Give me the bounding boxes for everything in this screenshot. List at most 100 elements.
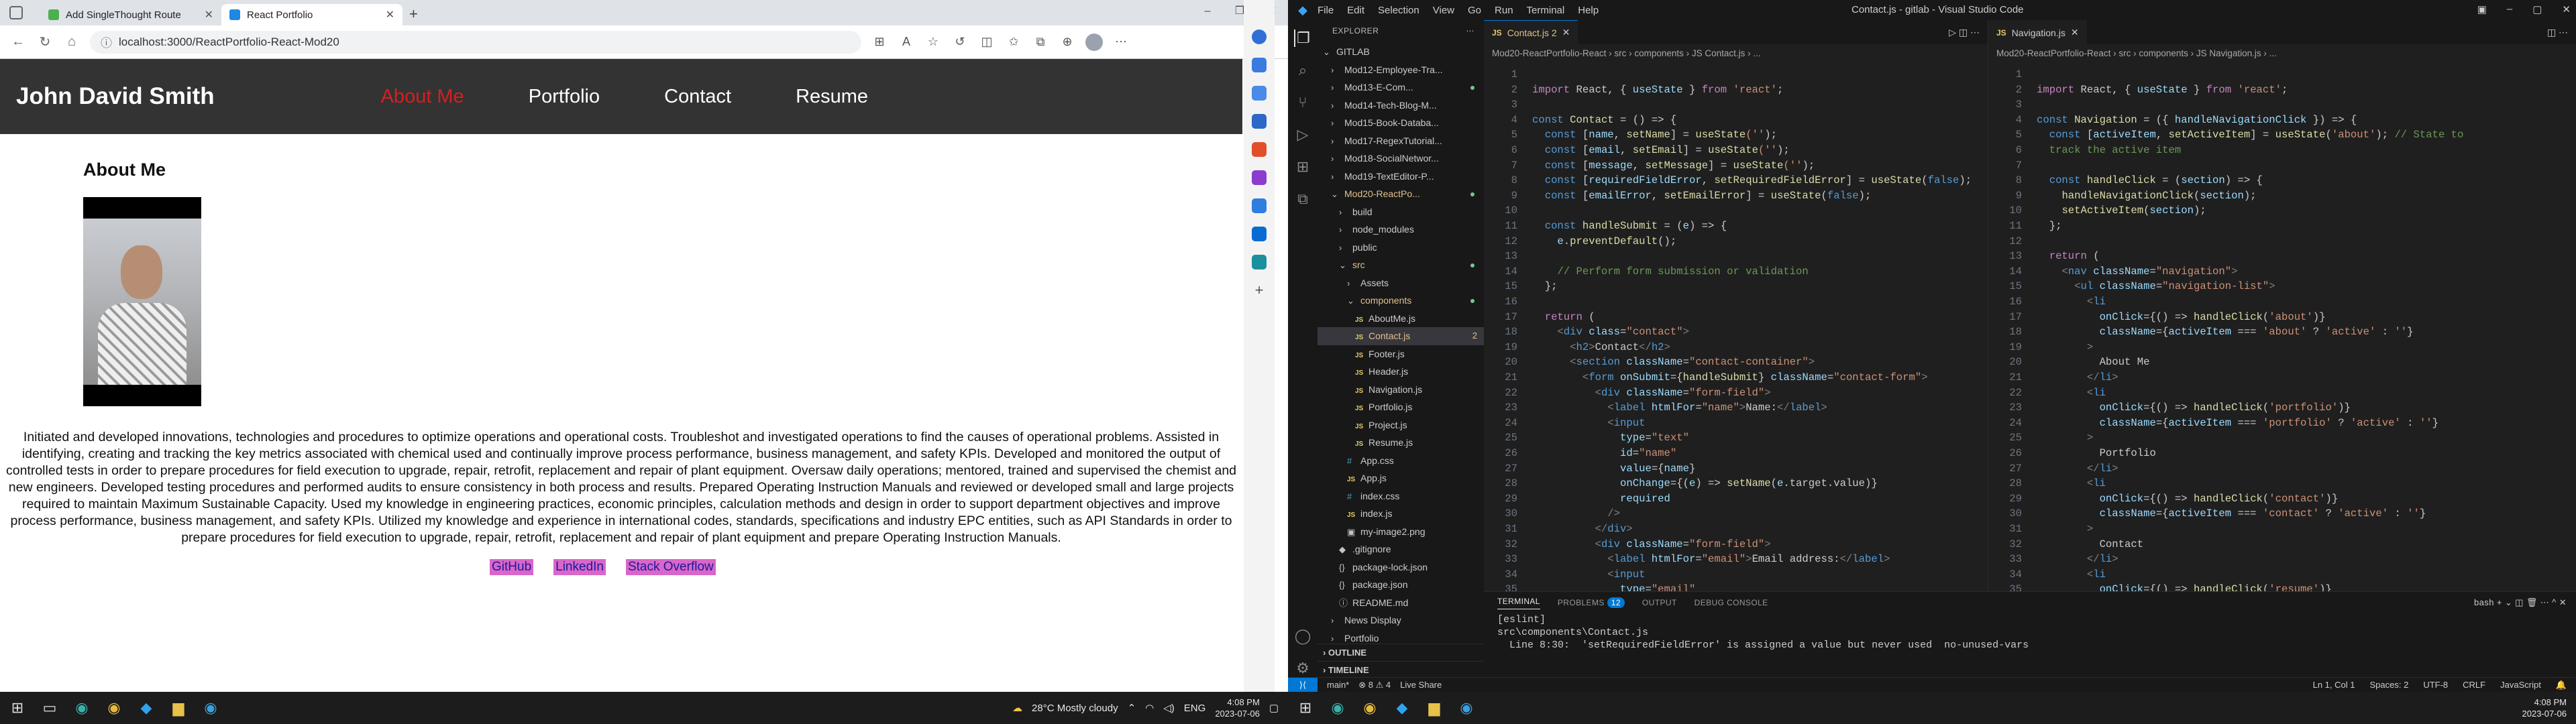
- tree-item[interactable]: JS Navigation.js: [1318, 381, 1484, 399]
- menu-edit[interactable]: Edit: [1347, 5, 1364, 16]
- tree-item[interactable]: JS index.js: [1318, 505, 1484, 523]
- vscode-app-icon[interactable]: ◆: [1393, 699, 1411, 717]
- search-icon[interactable]: ⌕: [1294, 62, 1311, 79]
- wifi-icon[interactable]: ◠: [1145, 702, 1154, 714]
- tree-item[interactable]: › Assets: [1318, 274, 1484, 292]
- tree-item[interactable]: ◆ .gitignore: [1318, 540, 1484, 558]
- app-available-icon[interactable]: ⊞: [871, 34, 888, 51]
- refresh-ext-icon[interactable]: ↺: [951, 34, 969, 51]
- tab-close-icon[interactable]: ✕: [2071, 27, 2079, 38]
- maximize-button[interactable]: ▢: [2532, 3, 2542, 15]
- menu-file[interactable]: File: [1318, 5, 1334, 16]
- tab-actions-icon[interactable]: [9, 6, 23, 19]
- tree-item[interactable]: {} package-lock.json: [1318, 558, 1484, 577]
- weather-icon[interactable]: ☁: [1012, 702, 1022, 714]
- office-icon[interactable]: [1252, 198, 1267, 213]
- tree-item[interactable]: JS AboutMe.js: [1318, 310, 1484, 328]
- nav-portfolio[interactable]: Portfolio: [529, 86, 600, 108]
- file-explorer-icon[interactable]: ▆: [169, 699, 188, 717]
- tree-item[interactable]: JS Portfolio.js: [1318, 398, 1484, 416]
- explorer-more-icon[interactable]: ⋯: [1466, 26, 1475, 36]
- tab-close-icon[interactable]: ✕: [1562, 27, 1570, 38]
- games-icon[interactable]: [1252, 170, 1267, 185]
- remote-icon[interactable]: ⧉: [1294, 190, 1311, 208]
- manage-gear-icon[interactable]: ⚙: [1294, 660, 1311, 677]
- tree-item[interactable]: › build: [1318, 203, 1484, 221]
- clock[interactable]: 4:08 PM 2023-07-06: [1215, 697, 1260, 719]
- remote-indicator-icon[interactable]: ⟩⟨: [1288, 677, 1318, 692]
- tree-item[interactable]: ⌄ src: [1318, 256, 1484, 274]
- indentation[interactable]: Spaces: 2: [2369, 680, 2408, 690]
- browser-tab-0[interactable]: Add SingleThought Route ✕: [40, 4, 221, 25]
- tree-item[interactable]: ⌄ components: [1318, 292, 1484, 310]
- tab-close-icon[interactable]: ✕: [386, 8, 394, 21]
- encoding[interactable]: UTF-8: [2423, 680, 2448, 690]
- new-tab-button[interactable]: +: [409, 5, 418, 23]
- tray-apps-icon[interactable]: ⌃: [1128, 702, 1136, 714]
- reload-icon[interactable]: ↻: [36, 34, 54, 50]
- layout-icon[interactable]: ▣: [2477, 3, 2487, 15]
- live-share-button[interactable]: Live Share: [1400, 680, 1442, 690]
- copilot-icon[interactable]: [1252, 29, 1267, 44]
- tab-debug-console[interactable]: DEBUG CONSOLE: [1695, 598, 1768, 607]
- home-icon[interactable]: ⌂: [63, 34, 80, 50]
- more-menu-icon[interactable]: ⋯: [1112, 34, 1130, 51]
- edge-app-icon[interactable]: ◉: [1328, 699, 1347, 717]
- tab-problems[interactable]: PROBLEMS 12: [1558, 597, 1625, 608]
- tree-item[interactable]: › Mod14-Tech-Blog-M...: [1318, 97, 1484, 115]
- notifications-bell-icon[interactable]: 🔔: [2556, 680, 2567, 690]
- favorite-star-icon[interactable]: ☆: [924, 34, 942, 51]
- tab-terminal[interactable]: TERMINAL: [1497, 597, 1540, 609]
- language-mode[interactable]: JavaScript: [2500, 680, 2541, 690]
- menu-help[interactable]: Help: [1578, 5, 1599, 16]
- windows-start-icon[interactable]: ⊞: [8, 699, 27, 717]
- nav-contact[interactable]: Contact: [664, 86, 731, 108]
- linkedin-link[interactable]: LinkedIn: [553, 559, 606, 575]
- vscode-app-icon[interactable]: ◆: [137, 699, 156, 717]
- back-icon[interactable]: ←: [9, 34, 27, 50]
- profile-avatar[interactable]: [1085, 33, 1103, 51]
- search-icon[interactable]: [1252, 86, 1267, 101]
- account-icon[interactable]: ◯: [1294, 627, 1311, 645]
- clock[interactable]: 4:08 PM 2023-07-06: [2522, 697, 2567, 719]
- browser-app-icon[interactable]: ◉: [201, 699, 220, 717]
- tree-item[interactable]: JS Resume.js: [1318, 434, 1484, 452]
- add-sidebar-icon[interactable]: +: [1252, 283, 1267, 298]
- problems-indicator[interactable]: ⊗ 8 ⚠ 4: [1358, 680, 1391, 690]
- file-explorer-icon[interactable]: ▆: [1425, 699, 1444, 717]
- menu-run[interactable]: Run: [1495, 5, 1513, 16]
- notification-center-icon[interactable]: ▢: [1269, 702, 1279, 714]
- tree-item[interactable]: › Mod13-E-Com...: [1318, 78, 1484, 97]
- breadcrumb[interactable]: Mod20-ReactPortfolio-React › src › compo…: [1988, 44, 2576, 63]
- favorites-icon[interactable]: ✩: [1005, 34, 1022, 51]
- editor-actions[interactable]: ◫ ⋯: [2547, 27, 2568, 38]
- menu-terminal[interactable]: Terminal: [1527, 5, 1565, 16]
- browser-app-icon[interactable]: ◉: [1457, 699, 1476, 717]
- nav-about-me[interactable]: About Me: [381, 86, 464, 108]
- tree-item[interactable]: › Mod19-TextEditor-P...: [1318, 168, 1484, 186]
- tab-navigation-js[interactable]: JS Navigation.js ✕: [1988, 20, 2087, 44]
- tools-icon[interactable]: [1252, 142, 1267, 157]
- explorer-icon[interactable]: ❐: [1294, 29, 1311, 47]
- stackoverflow-link[interactable]: Stack Overflow: [625, 559, 716, 575]
- outline-section[interactable]: › OUTLINE: [1318, 644, 1484, 661]
- tree-item[interactable]: # index.css: [1318, 487, 1484, 505]
- tree-item[interactable]: › Mod12-Employee-Tra...: [1318, 61, 1484, 79]
- menu-view[interactable]: View: [1433, 5, 1454, 16]
- tree-item[interactable]: › News Display: [1318, 611, 1484, 629]
- cursor-position[interactable]: Ln 1, Col 1: [2313, 680, 2355, 690]
- split-screen-icon[interactable]: ◫: [978, 34, 996, 51]
- chrome-app-icon[interactable]: ◉: [1360, 699, 1379, 717]
- tree-item[interactable]: JS Header.js: [1318, 363, 1484, 381]
- tree-item[interactable]: ▣ my-image2.png: [1318, 523, 1484, 541]
- code-view[interactable]: 1 2 import React, { useState } from 'react…: [1484, 63, 1988, 595]
- code-view[interactable]: 1 2 import React, { useState } from 'react…: [1988, 63, 2576, 595]
- tree-item[interactable]: › node_modules: [1318, 221, 1484, 239]
- tree-item[interactable]: › Mod15-Book-Databa...: [1318, 114, 1484, 132]
- tree-item[interactable]: JS Contact.js 2: [1318, 327, 1484, 345]
- drop-icon[interactable]: [1252, 255, 1267, 269]
- volume-icon[interactable]: ◁): [1163, 702, 1175, 714]
- task-view-icon[interactable]: ▭: [40, 699, 59, 717]
- windows-start-icon[interactable]: ⊞: [1296, 699, 1315, 717]
- tree-item[interactable]: # App.css: [1318, 452, 1484, 470]
